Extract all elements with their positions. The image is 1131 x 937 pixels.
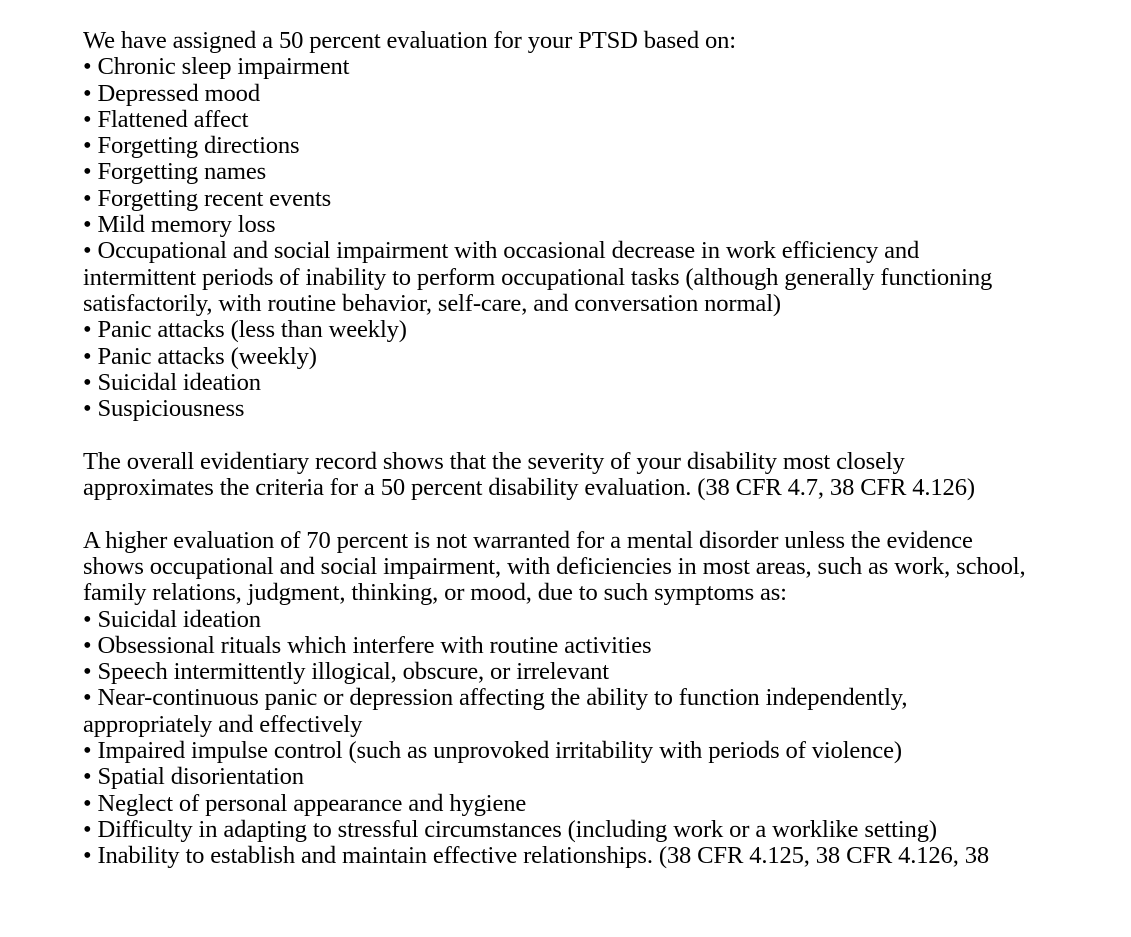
criteria-list-item: Depressed mood [83, 80, 1123, 107]
criteria-list-item: Neglect of personal appearance and hygie… [83, 790, 1123, 817]
criteria-list-item: Impaired impulse control (such as unprov… [83, 737, 1123, 764]
evidentiary-record-line: approximates the criteria for a 50 perce… [83, 474, 975, 502]
criteria-list-item: Panic attacks (weekly) [83, 343, 1123, 370]
criteria-list-item: Chronic sleep impairment [83, 53, 1123, 80]
criteria-item-continuation: intermittent periods of inability to per… [83, 263, 993, 291]
criteria-item-text: Suicidal ideation [83, 606, 1123, 633]
criteria-item-text: Obsessional rituals which interfere with… [83, 632, 1123, 659]
criteria-list-item: Occupational and social impairment with … [83, 238, 1123, 317]
higher-criteria-list: Suicidal ideationObsessional rituals whi… [83, 606, 1123, 870]
criteria-item-text: Forgetting names [83, 159, 1123, 186]
higher-evaluation-intro-line: family relations, judgment, thinking, or… [83, 579, 787, 607]
criteria-list-item: Forgetting names [83, 159, 1123, 186]
criteria-list-item: Suspiciousness [83, 395, 1123, 422]
criteria-list-item: Inability to establish and maintain effe… [83, 842, 1123, 869]
criteria-item-continuation: appropriately and effectively [83, 710, 363, 738]
assigned-criteria-list: Chronic sleep impairmentDepressed moodFl… [83, 53, 1123, 422]
criteria-list-item: Suicidal ideation [83, 606, 1123, 633]
criteria-list-item: Speech intermittently illogical, obscure… [83, 658, 1123, 685]
criteria-list-item: Forgetting recent events [83, 185, 1123, 212]
criteria-item-text: Forgetting recent events [83, 185, 1123, 212]
criteria-list-item: Mild memory loss [83, 211, 1123, 238]
criteria-item-text: Panic attacks (weekly) [83, 343, 1123, 370]
criteria-list-item: Near-continuous panic or depression affe… [83, 685, 1123, 738]
criteria-list-item: Spatial disorientation [83, 764, 1123, 791]
criteria-item-text: Impaired impulse control (such as unprov… [83, 737, 1123, 764]
criteria-item-text: Flattened affect [83, 106, 1123, 133]
criteria-item-text: Mild memory loss [83, 211, 1123, 238]
criteria-list-item: Panic attacks (less than weekly) [83, 316, 1123, 343]
section-assigned-evaluation: We have assigned a 50 percent evaluation… [83, 27, 1123, 54]
criteria-item-text: Neglect of personal appearance and hygie… [83, 790, 1123, 817]
criteria-item-text: Near-continuous panic or depression affe… [83, 685, 1123, 712]
higher-evaluation-intro-line: shows occupational and social impairment… [83, 552, 1026, 580]
criteria-list-item: Suicidal ideation [83, 369, 1123, 396]
criteria-list-item: Forgetting directions [83, 132, 1123, 159]
criteria-list-item: Flattened affect [83, 106, 1123, 133]
criteria-item-text: Suspiciousness [83, 395, 1123, 422]
criteria-item-text: Depressed mood [83, 80, 1123, 107]
criteria-item-continuation: satisfactorily, with routine behavior, s… [83, 289, 781, 317]
criteria-item-text: Speech intermittently illogical, obscure… [83, 658, 1123, 685]
criteria-item-text: Forgetting directions [83, 132, 1123, 159]
evidentiary-record-line: The overall evidentiary record shows tha… [83, 447, 905, 475]
criteria-list-item: Difficulty in adapting to stressful circ… [83, 816, 1123, 843]
criteria-item-text: Difficulty in adapting to stressful circ… [83, 816, 1123, 843]
document-body: We have assigned a 50 percent evaluation… [83, 27, 1123, 870]
criteria-item-text: Panic attacks (less than weekly) [83, 316, 1123, 343]
assigned-evaluation-intro: We have assigned a 50 percent evaluation… [83, 27, 736, 54]
higher-evaluation-intro-line: A higher evaluation of 70 percent is not… [83, 526, 973, 554]
criteria-item-text: Chronic sleep impairment [83, 53, 1123, 80]
criteria-item-text: Suicidal ideation [83, 369, 1123, 396]
criteria-list-item: Obsessional rituals which interfere with… [83, 632, 1123, 659]
section-higher-evaluation: A higher evaluation of 70 percent is not… [83, 526, 1123, 607]
criteria-item-text: Occupational and social impairment with … [83, 238, 1123, 265]
section-evidentiary-record: The overall evidentiary record shows tha… [83, 447, 1123, 502]
criteria-item-text: Inability to establish and maintain effe… [83, 842, 1123, 869]
criteria-item-text: Spatial disorientation [83, 764, 1123, 791]
